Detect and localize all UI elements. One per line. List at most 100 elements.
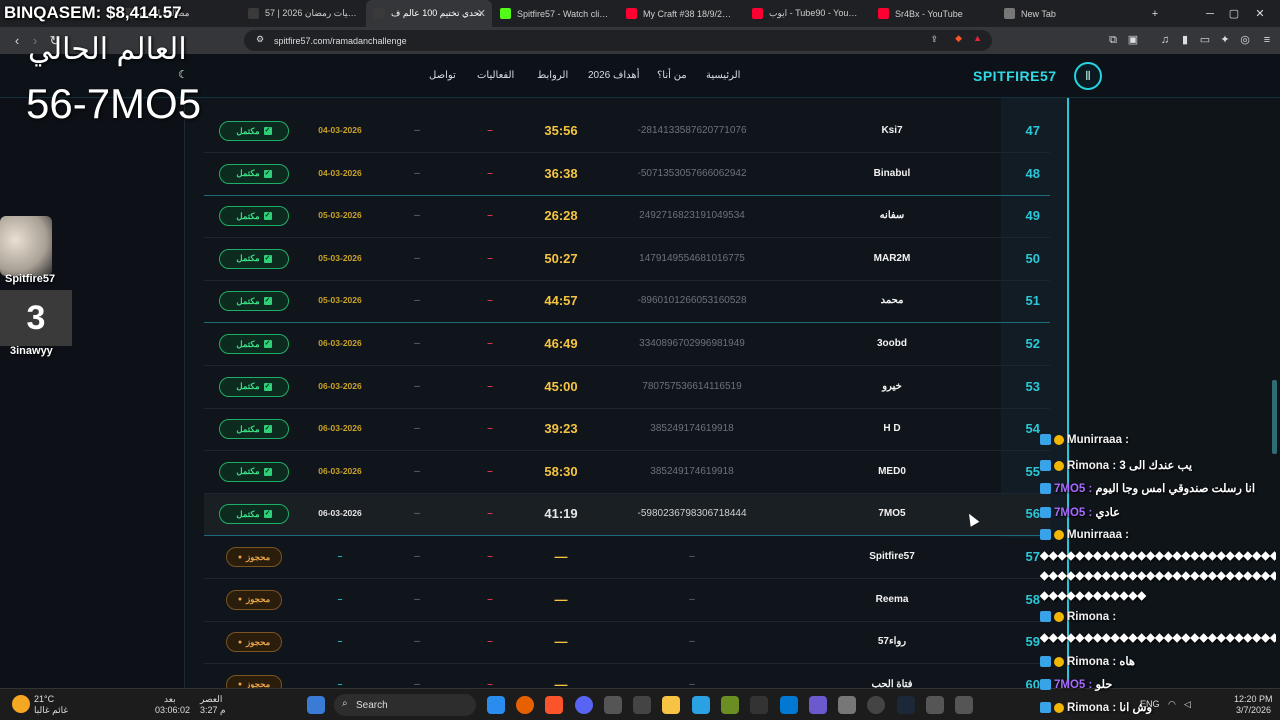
row-seed: 385249174619918 bbox=[650, 423, 734, 435]
telegram-icon[interactable] bbox=[692, 696, 710, 714]
media-icon[interactable]: ♫ bbox=[1158, 33, 1172, 47]
vscode-icon[interactable] bbox=[780, 696, 798, 714]
chat-badge-icon bbox=[1040, 507, 1051, 519]
nav-link-contact[interactable]: تواصل bbox=[429, 70, 456, 81]
table-row[interactable]: مكتمل ✓ 06-03-2026 – – 41:19 -59802367983… bbox=[204, 494, 1050, 537]
tab-label: Spitfire57 - Watch clips on bbox=[517, 8, 610, 19]
weather-temp[interactable]: 21°C bbox=[34, 694, 54, 704]
chat-text: ◆◆◆◆◆◆◆◆◆◆◆◆ bbox=[1040, 590, 1147, 602]
table-rows: مكتمل ✓ 04-03-2026 – – 35:56 -28141335876… bbox=[184, 111, 1070, 688]
status-badge: ● محجوز bbox=[226, 674, 282, 688]
brave-shield-icon[interactable]: ◆ bbox=[955, 33, 962, 44]
row-time: — bbox=[554, 549, 568, 564]
steam-icon[interactable] bbox=[897, 696, 915, 714]
stream-chat-overlay: Munirraaa : Rimona : يب عندك الى 3 7MO5 :… bbox=[1036, 430, 1280, 720]
sidebar-icon[interactable]: ▮ bbox=[1178, 33, 1192, 47]
tab-close-icon[interactable]: ✕ bbox=[477, 7, 486, 20]
table-row[interactable]: ● محجوز – – – — – Reema 58 bbox=[204, 580, 1050, 622]
nav-link-events[interactable]: الفعاليات bbox=[477, 70, 514, 81]
table-row[interactable]: مكتمل ✓ 06-03-2026 – – 46:49 334089670299… bbox=[204, 324, 1050, 366]
app-icon-3[interactable] bbox=[809, 696, 827, 714]
app-icon[interactable] bbox=[633, 696, 651, 714]
table-row[interactable]: مكتمل ✓ 05-03-2026 – – 26:28 249271682319… bbox=[204, 196, 1050, 239]
reserved-dot-icon: ● bbox=[237, 681, 243, 688]
table-row[interactable]: مكتمل ✓ 05-03-2026 – – 44:57 -89601012660… bbox=[204, 281, 1050, 324]
brave-icon[interactable] bbox=[545, 696, 563, 714]
logo-badge-icon[interactable]: ⦀ bbox=[1074, 62, 1102, 90]
screenshot-icon[interactable]: ▣ bbox=[1126, 33, 1140, 47]
vpn-icon[interactable]: ◎ bbox=[1238, 33, 1252, 47]
status-badge: ● محجوز bbox=[226, 632, 282, 653]
taskbar-search[interactable]: ⌕ Search bbox=[334, 694, 476, 716]
row-seed: 780757536614116519 bbox=[642, 380, 742, 392]
close-window-icon[interactable]: ✕ bbox=[1240, 0, 1280, 27]
chat-message: ◆◆◆◆◆◆◆◆◆◆◆◆◆◆◆◆◆◆◆◆◆◆◆◆◆◆◆◆◆◆◆◆ bbox=[1040, 568, 1276, 582]
extensions-icon[interactable]: ⧉ bbox=[1106, 33, 1120, 47]
row-dash-red: – bbox=[487, 338, 493, 349]
nav-link-links[interactable]: الروابط bbox=[537, 70, 568, 81]
leo-icon[interactable]: ✦ bbox=[1218, 33, 1232, 47]
row-dash-red: – bbox=[487, 167, 493, 179]
url-field[interactable]: ⚙ spitfire57.com/ramadanchallenge ⇪ ◆ ▲ bbox=[244, 30, 992, 51]
table-row[interactable]: مكتمل ✓ 04-03-2026 – – 35:56 -28141335876… bbox=[204, 111, 1050, 153]
chat-sub-icon bbox=[1054, 434, 1064, 445]
table-row[interactable]: ● محجوز – – – — – Spitfire57 57 bbox=[204, 537, 1050, 579]
copilot-icon[interactable] bbox=[487, 696, 505, 714]
table-row[interactable]: ● محجوز – – – — – فتاة الحب 60 bbox=[204, 665, 1050, 688]
browser-tab[interactable]: My Craft #38 18/9/2012 ... bbox=[618, 0, 744, 27]
site-info-icon[interactable]: ⚙ bbox=[256, 34, 264, 45]
firefox-icon[interactable] bbox=[516, 696, 534, 714]
chat-text: وش انا bbox=[1119, 702, 1153, 714]
nav-link-home[interactable]: الرئيسية bbox=[706, 70, 740, 81]
weather-icon[interactable] bbox=[12, 695, 30, 713]
tab-label: New Tab bbox=[1021, 8, 1056, 19]
app-icon-6[interactable] bbox=[926, 696, 944, 714]
share-icon[interactable]: ⇪ bbox=[930, 34, 938, 45]
row-dash: – bbox=[414, 252, 420, 264]
table-row[interactable]: مكتمل ✓ 06-03-2026 – – 45:00 780757536614… bbox=[204, 367, 1050, 409]
browser-tab[interactable]: Sr4Bx - YouTube bbox=[870, 0, 996, 27]
chat-message: Rimona : bbox=[1040, 611, 1276, 623]
app-icon-4[interactable] bbox=[838, 696, 856, 714]
table-row[interactable]: ● محجوز – – – — – رواء57 59 bbox=[204, 622, 1050, 665]
browser-tab[interactable]: Spitfire57 - Watch clips on bbox=[492, 0, 618, 27]
status-label: مكتمل bbox=[236, 508, 260, 519]
table-row[interactable]: مكتمل ✓ 04-03-2026 – – 36:38 -50713530576… bbox=[204, 154, 1050, 196]
table-row[interactable]: مكتمل ✓ 06-03-2026 – – 58:30 385249174619… bbox=[204, 452, 1050, 494]
table-row[interactable]: مكتمل ✓ 06-03-2026 – – 39:23 385249174619… bbox=[204, 409, 1050, 452]
chat-text: انا رسلت صندوقي امس وجا اليوم bbox=[1095, 483, 1256, 495]
brave-rewards-icon[interactable]: ▲ bbox=[973, 33, 982, 43]
table-row[interactable]: مكتمل ✓ 05-03-2026 – – 50:27 147914955468… bbox=[204, 239, 1050, 281]
row-date: – bbox=[337, 551, 343, 561]
chat-sub-icon bbox=[1054, 656, 1064, 667]
file-explorer-icon[interactable] bbox=[662, 696, 680, 714]
status-badge: مكتمل ✓ bbox=[219, 291, 289, 312]
minecraft-icon[interactable] bbox=[721, 696, 739, 714]
app-icon-7[interactable] bbox=[955, 696, 973, 714]
app-icon-5[interactable] bbox=[867, 696, 885, 714]
app-icon-2[interactable] bbox=[750, 696, 768, 714]
start-icon[interactable] bbox=[307, 696, 325, 714]
browser-tab[interactable]: New Tab bbox=[996, 0, 1122, 27]
chat-username: Rimona : bbox=[1067, 460, 1117, 472]
chat-text: ◆◆◆◆◆◆◆◆◆◆◆◆◆◆◆◆◆◆◆◆◆◆◆◆◆◆◆◆◆◆◆◆ bbox=[1040, 550, 1276, 562]
row-dash: – bbox=[414, 167, 420, 179]
discord-icon[interactable] bbox=[575, 696, 593, 714]
browser-tab[interactable]: فعاليات رمضان 2026 | 57 bbox=[240, 0, 366, 27]
browser-tab[interactable]: ايوب - Tube90 - YouTube bbox=[744, 0, 870, 27]
browser-tab[interactable]: تحدي تختيم 100 عالم ف ✕ bbox=[366, 0, 492, 27]
status-label: مكتمل bbox=[236, 295, 260, 306]
new-tab-button[interactable]: + bbox=[1135, 0, 1175, 27]
row-dash: – bbox=[414, 678, 420, 688]
wallet-icon[interactable]: ▭ bbox=[1198, 33, 1212, 47]
obs-icon[interactable] bbox=[604, 696, 622, 714]
nav-link-goals[interactable]: أهداف 2026 bbox=[588, 70, 639, 81]
check-icon: ✓ bbox=[263, 212, 272, 221]
row-dash: – bbox=[414, 508, 420, 520]
status-badge: مكتمل ✓ bbox=[219, 121, 289, 141]
chat-username: 7MO5 : bbox=[1054, 679, 1093, 691]
row-dash-red: – bbox=[487, 551, 493, 562]
nav-link-about[interactable]: من أنا؟ bbox=[657, 70, 687, 81]
menu-icon[interactable]: ≡ bbox=[1260, 33, 1274, 47]
site-logo[interactable]: SPITFIRE57 bbox=[973, 68, 1057, 84]
